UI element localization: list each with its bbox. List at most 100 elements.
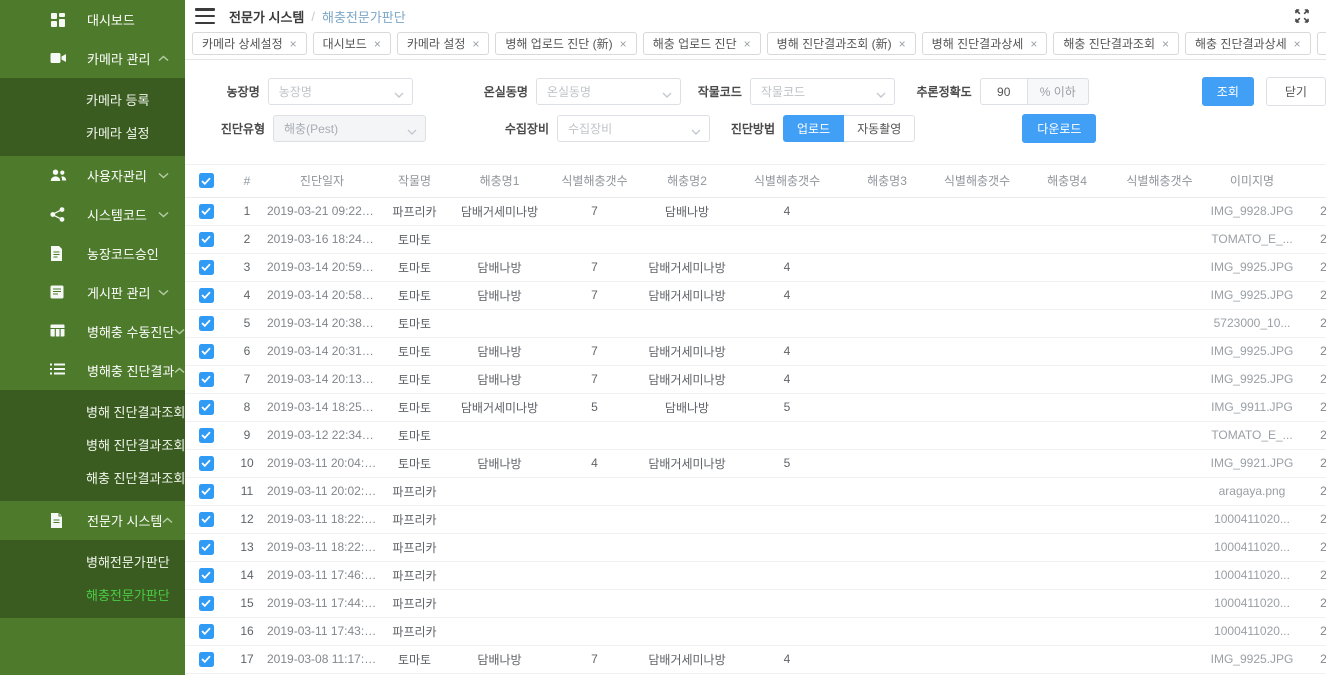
sidebar-item[interactable]: 전문가 시스템 bbox=[0, 501, 185, 540]
method-auto-button[interactable]: 자동촬영 bbox=[844, 115, 915, 142]
sidebar-item[interactable]: 농장코드승인 bbox=[0, 234, 185, 273]
cell bbox=[452, 421, 547, 449]
cell: 2019 bbox=[1297, 225, 1326, 253]
download-button[interactable]: 다운로드 bbox=[1022, 114, 1096, 143]
tab-close-icon[interactable]: × bbox=[744, 38, 751, 50]
row-checkbox[interactable] bbox=[199, 260, 214, 275]
cell: 2019-03-16 18:24:43 bbox=[267, 225, 377, 253]
tab-close-icon[interactable]: × bbox=[472, 38, 479, 50]
method-upload-button[interactable]: 업로드 bbox=[783, 115, 844, 142]
sidebar-item[interactable]: 사용자관리 bbox=[0, 156, 185, 195]
list-icon bbox=[50, 363, 67, 379]
sidebar-item[interactable]: 대시보드 bbox=[0, 0, 185, 39]
row-checkbox[interactable] bbox=[199, 204, 214, 219]
fullscreen-icon[interactable] bbox=[1294, 8, 1310, 24]
device-select[interactable]: 수집장비 bbox=[557, 115, 710, 142]
sidebar-subitem[interactable]: 해충 진단결과조회 bbox=[0, 462, 185, 495]
sidebar-subitem[interactable]: 병해 진단결과조회 (新) bbox=[0, 396, 185, 429]
row-checkbox[interactable] bbox=[199, 428, 214, 443]
device-label: 수집장비 bbox=[426, 120, 549, 137]
table-row[interactable]: 52019-03-14 20:38:56토마토5723000_10...2019 bbox=[185, 309, 1326, 337]
tab-close-icon[interactable]: × bbox=[374, 38, 381, 50]
sidebar-item[interactable]: 병해충 수동진단 bbox=[0, 312, 185, 351]
row-checkbox[interactable] bbox=[199, 540, 214, 555]
table-row[interactable]: 122019-03-11 18:22:20파프리카1000411020...20… bbox=[185, 505, 1326, 533]
sidebar-subitem[interactable]: 카메라 설정 bbox=[0, 117, 185, 150]
breadcrumb-current: 해충전문가판단 bbox=[322, 7, 406, 26]
cell: 담배거세미나방 bbox=[642, 281, 732, 309]
row-checkbox[interactable] bbox=[199, 624, 214, 639]
tab-close-icon[interactable]: × bbox=[1294, 38, 1301, 50]
farm-select[interactable]: 농장명 bbox=[268, 78, 413, 105]
cell bbox=[547, 617, 642, 645]
row-checkbox[interactable] bbox=[199, 568, 214, 583]
sidebar-subitem-active[interactable]: 해충전문가판단 bbox=[0, 579, 185, 612]
crop-code-select[interactable]: 작물코드 bbox=[750, 78, 895, 105]
row-checkbox[interactable] bbox=[199, 232, 214, 247]
row-checkbox-cell bbox=[185, 225, 227, 253]
tab-close-icon[interactable]: × bbox=[290, 38, 297, 50]
close-button[interactable]: 닫기 bbox=[1266, 77, 1326, 106]
board-icon bbox=[50, 285, 67, 301]
cell: 토마토 bbox=[377, 645, 452, 673]
tab[interactable]: 대시보드× bbox=[313, 32, 391, 55]
table-row[interactable]: 152019-03-11 17:44:33파프리카1000411020...20… bbox=[185, 589, 1326, 617]
table-row[interactable]: 32019-03-14 20:59:38토마토담배나방7담배거세미나방4IMG_… bbox=[185, 253, 1326, 281]
table-row[interactable]: 162019-03-11 17:43:34파프리카1000411020...20… bbox=[185, 617, 1326, 645]
table-row[interactable]: 132019-03-11 18:22:03파프리카1000411020...20… bbox=[185, 533, 1326, 561]
table-row[interactable]: 62019-03-14 20:31:03토마토담배나방7담배거세미나방4IMG_… bbox=[185, 337, 1326, 365]
tab[interactable]: 병해 진단결과상세× bbox=[922, 32, 1048, 55]
tab-close-icon[interactable]: × bbox=[899, 38, 906, 50]
accuracy-input[interactable] bbox=[980, 78, 1028, 105]
row-checkbox[interactable] bbox=[199, 372, 214, 387]
tab-close-icon[interactable]: × bbox=[620, 38, 627, 50]
sidebar-subitem[interactable]: 병해전문가판단 bbox=[0, 546, 185, 579]
tab[interactable]: 병해전문가판단× bbox=[1317, 32, 1326, 55]
sidebar-submenu: 카메라 등록카메라 설정 bbox=[0, 78, 185, 156]
sidebar-subitem[interactable]: 카메라 등록 bbox=[0, 84, 185, 117]
row-checkbox[interactable] bbox=[199, 316, 214, 331]
tab[interactable]: 카메라 상세설정× bbox=[192, 32, 307, 55]
row-checkbox[interactable] bbox=[199, 456, 214, 471]
row-checkbox[interactable] bbox=[199, 344, 214, 359]
sidebar-item[interactable]: 게시판 관리 bbox=[0, 273, 185, 312]
tab-close-icon[interactable]: × bbox=[1030, 38, 1037, 50]
table-row[interactable]: 82019-03-14 18:25:32토마토담배거세미나방5담배나방5IMG_… bbox=[185, 393, 1326, 421]
row-checkbox[interactable] bbox=[199, 596, 214, 611]
cell: 담배거세미나방 bbox=[642, 449, 732, 477]
search-button[interactable]: 조회 bbox=[1202, 77, 1254, 106]
table-row[interactable]: 172019-03-08 11:17:59토마토담배나방7담배거세미나방4IMG… bbox=[185, 645, 1326, 673]
tab[interactable]: 카메라 설정× bbox=[397, 32, 490, 55]
sidebar-subitem[interactable]: 병해 진단결과조회 (舊) bbox=[0, 429, 185, 462]
table-row[interactable]: 112019-03-11 20:02:41파프리카aragaya.png2019 bbox=[185, 477, 1326, 505]
table-row[interactable]: 42019-03-14 20:58:46토마토담배나방7담배거세미나방4IMG_… bbox=[185, 281, 1326, 309]
cell bbox=[452, 505, 547, 533]
row-checkbox[interactable] bbox=[199, 400, 214, 415]
hamburger-menu-icon[interactable] bbox=[195, 8, 215, 24]
tab[interactable]: 해충 진단결과조회× bbox=[1053, 32, 1179, 55]
table-row[interactable]: 12019-03-21 09:22:00파프리카담배거세미나방7담배나방4IMG… bbox=[185, 197, 1326, 225]
sidebar-item[interactable]: 카메라 관리 bbox=[0, 39, 185, 78]
table-row[interactable]: 22019-03-16 18:24:43토마토TOMATO_E_...2019 bbox=[185, 225, 1326, 253]
table-row[interactable]: 92019-03-12 22:34:44토마토TOMATO_E_...2019 bbox=[185, 421, 1326, 449]
sidebar-item[interactable]: 시스템코드 bbox=[0, 195, 185, 234]
tab[interactable]: 병해 업로드 진단 (新)× bbox=[495, 32, 636, 55]
table-row[interactable]: 72019-03-14 20:13:53토마토담배나방7담배거세미나방4IMG_… bbox=[185, 365, 1326, 393]
cell: 2019 bbox=[1297, 449, 1326, 477]
tab-close-icon[interactable]: × bbox=[1162, 38, 1169, 50]
table-row[interactable]: 102019-03-11 20:04:40토마토담배나방4담배거세미나방5IMG… bbox=[185, 449, 1326, 477]
tab[interactable]: 해충 진단결과상세× bbox=[1185, 32, 1311, 55]
greenhouse-select[interactable]: 온실동명 bbox=[536, 78, 681, 105]
select-all-checkbox[interactable] bbox=[199, 173, 214, 188]
row-checkbox[interactable] bbox=[199, 652, 214, 667]
table-header-row: #진단일자작물명해충명1식별해충갯수해충명2식별해충갯수해충명3식별해충갯수해충… bbox=[185, 165, 1326, 197]
cell bbox=[732, 225, 842, 253]
tab[interactable]: 병해 진단결과조회 (新)× bbox=[767, 32, 916, 55]
row-checkbox[interactable] bbox=[199, 512, 214, 527]
diag-type-select[interactable]: 해충(Pest) bbox=[273, 115, 426, 142]
tab[interactable]: 해충 업로드 진단× bbox=[643, 32, 761, 55]
table-row[interactable]: 142019-03-11 17:46:58파프리카1000411020...20… bbox=[185, 561, 1326, 589]
sidebar-item[interactable]: 병해충 진단결과 bbox=[0, 351, 185, 390]
row-checkbox[interactable] bbox=[199, 484, 214, 499]
row-checkbox[interactable] bbox=[199, 288, 214, 303]
